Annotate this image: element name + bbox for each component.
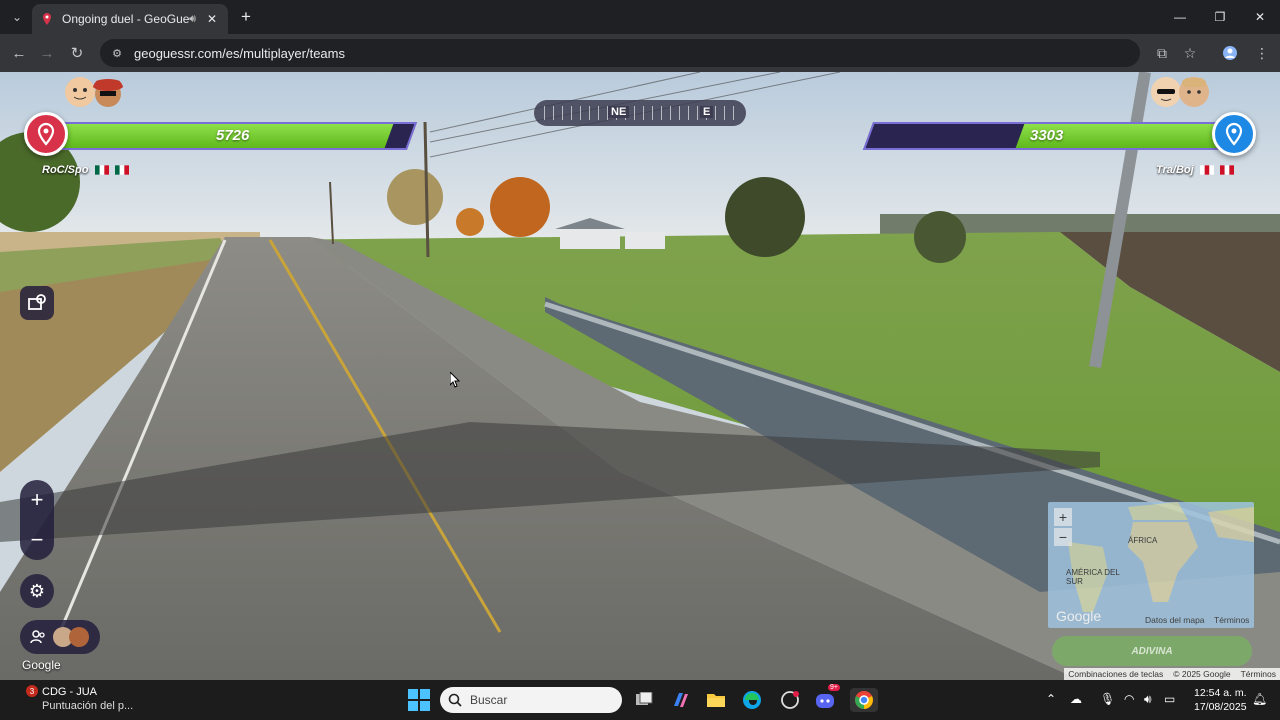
clock-time: 12:54 a. m. [1194,687,1247,699]
geoguessr-favicon-icon [43,13,51,25]
taskbar-clock[interactable]: 12:54 a. m. 17/08/2025 [1194,686,1247,714]
minimize-button[interactable]: — [1160,0,1200,34]
tray-chevron-up-icon[interactable]: ⌃ [1046,692,1056,706]
profile-avatar-icon[interactable] [1220,43,1240,63]
compass-ne-label: NE [608,106,630,118]
copilot-icon[interactable] [668,688,692,712]
app-icon[interactable] [778,688,802,712]
zoom-in-button[interactable]: + [20,480,54,520]
player-avatar [1179,77,1209,107]
flag-icon [1199,165,1214,175]
volume-icon[interactable]: 🔊︎ [1144,692,1152,707]
minimap-map-data: Datos del mapa [1145,615,1205,625]
team-right-avatars [1150,76,1209,108]
microphone-icon[interactable]: 🎙︎ [1100,692,1115,706]
guess-button[interactable]: ADIVINA [1052,636,1252,666]
team-left-name-text: RoC/Spo [42,164,89,176]
zoom-out-button[interactable]: − [20,520,54,560]
notification-count-badge: 3 [26,685,38,697]
team-left-avatars [64,76,124,108]
search-icon [448,693,462,707]
minimap-zoom-out-button[interactable]: − [1054,528,1072,546]
reload-icon[interactable]: ↻ [66,42,88,64]
speaker-icon[interactable]: 🔊︎ [189,13,196,26]
team-left-score: 5726 [216,127,250,144]
tab-geoguessr[interactable]: Ongoing duel - GeoGuessr 🔊︎ ✕ [32,4,228,34]
compass[interactable]: NE E [534,100,746,126]
player-avatar [92,79,124,107]
teammate-avatars [53,627,89,647]
team-right-name-text: Tra/Boj [1156,164,1194,176]
keyboard-shortcuts-link[interactable]: Combinaciones de teclas [1068,669,1163,679]
menu-kebab-icon[interactable]: ⋮ [1252,43,1272,63]
team-left-pin-icon [24,112,68,156]
browser-toolbar: ← → ↻ ⚙ geoguessr.com/es/multiplayer/tea… [0,34,1280,72]
return-to-start-button[interactable] [20,286,54,320]
install-app-icon[interactable]: ⧉ [1152,43,1172,63]
settings-button[interactable]: ⚙ [20,574,54,608]
new-tab-button[interactable]: + [236,7,256,27]
team-left-name: RoC/Spo [42,164,129,176]
mexico-flag-icon [94,165,109,175]
users-icon [30,630,45,644]
close-tab-icon[interactable]: ✕ [204,12,220,26]
edge-icon[interactable] [740,688,764,712]
flag-icon [1219,165,1234,175]
minimap-label-south-america: AMÉRICA DEL SUR [1066,568,1120,586]
clock-date: 17/08/2025 [1194,701,1247,713]
mexico-flag-icon [114,165,129,175]
close-window-button[interactable]: ✕ [1240,0,1280,34]
taskbar-search[interactable] [440,687,622,713]
street-view-panorama[interactable]: 5726 RoC/Spo NE E 3303 Tra/Boj + − ⚙ Goo… [0,72,1280,680]
terms-link[interactable]: Términos [1241,669,1276,679]
minimap-label-africa: ÁFRICA [1128,536,1158,545]
back-arrow-icon[interactable]: ← [8,42,30,64]
discord-badge: 9+ [828,684,840,691]
zoom-controls: + − [20,480,54,560]
team-players-button[interactable] [20,620,100,654]
battery-icon[interactable]: ▭ [1164,692,1175,706]
minimap-zoom-in-button[interactable]: + [1054,508,1072,526]
minimap-terms[interactable]: Términos [1214,615,1249,625]
team-left-health: 5726 RoC/Spo [24,77,424,176]
team-right-health: 3303 Tra/Boj [862,77,1260,176]
address-bar[interactable]: ⚙ geoguessr.com/es/multiplayer/teams [100,39,1140,67]
map-credits: Combinaciones de teclas © 2025 Google Té… [1064,668,1280,680]
guess-minimap[interactable]: ÁFRICA AMÉRICA DEL SUR + − Google Datos … [1048,502,1254,628]
mouse-cursor-icon [450,372,460,388]
minimap-google-logo: Google [1056,608,1102,624]
task-view-icon[interactable] [632,688,656,712]
team-right-score: 3303 [1030,127,1064,144]
url-text: geoguessr.com/es/multiplayer/teams [134,45,345,61]
wifi-icon[interactable]: ◠ [1124,692,1134,706]
search-input[interactable] [470,693,610,707]
forward-arrow-icon[interactable]: → [36,42,58,64]
file-explorer-icon[interactable] [704,688,728,712]
notification-subtitle: Puntuación del p... [42,700,134,712]
discord-icon[interactable]: 9+ [814,684,840,712]
site-info-icon[interactable]: ⚙ [108,44,126,62]
flag-return-icon [28,294,46,310]
notifications-bell-icon[interactable]: 🔔︎ [1252,692,1267,706]
gear-icon: ⚙ [28,580,46,601]
google-logo: Google [22,658,61,672]
windows-taskbar: 3 CDG - JUA Puntuación del p... 9+ ⌃ ☁ 🎙… [0,680,1280,720]
notification-title: CDG - JUA [42,686,97,698]
tab-title: Ongoing duel - GeoGuessr [62,12,190,26]
windows-start-icon[interactable] [408,689,430,711]
tab-search-chevron-icon[interactable]: ⌄ [6,6,28,28]
chrome-icon[interactable] [850,688,878,712]
restore-button[interactable]: ❐ [1200,0,1240,34]
bookmark-star-icon[interactable]: ☆ [1180,43,1200,63]
browser-tabstrip: ⌄ Ongoing duel - GeoGuessr 🔊︎ ✕ + — ❐ ✕ [0,0,1280,34]
compass-e-label: E [700,106,714,118]
tray-app-icon[interactable]: ☁ [1070,692,1082,706]
team-right-pin-icon [1212,112,1256,156]
window-controls: — ❐ ✕ [1160,0,1280,34]
copyright-text: © 2025 Google [1173,669,1231,679]
team-right-name: Tra/Boj [1156,164,1234,176]
